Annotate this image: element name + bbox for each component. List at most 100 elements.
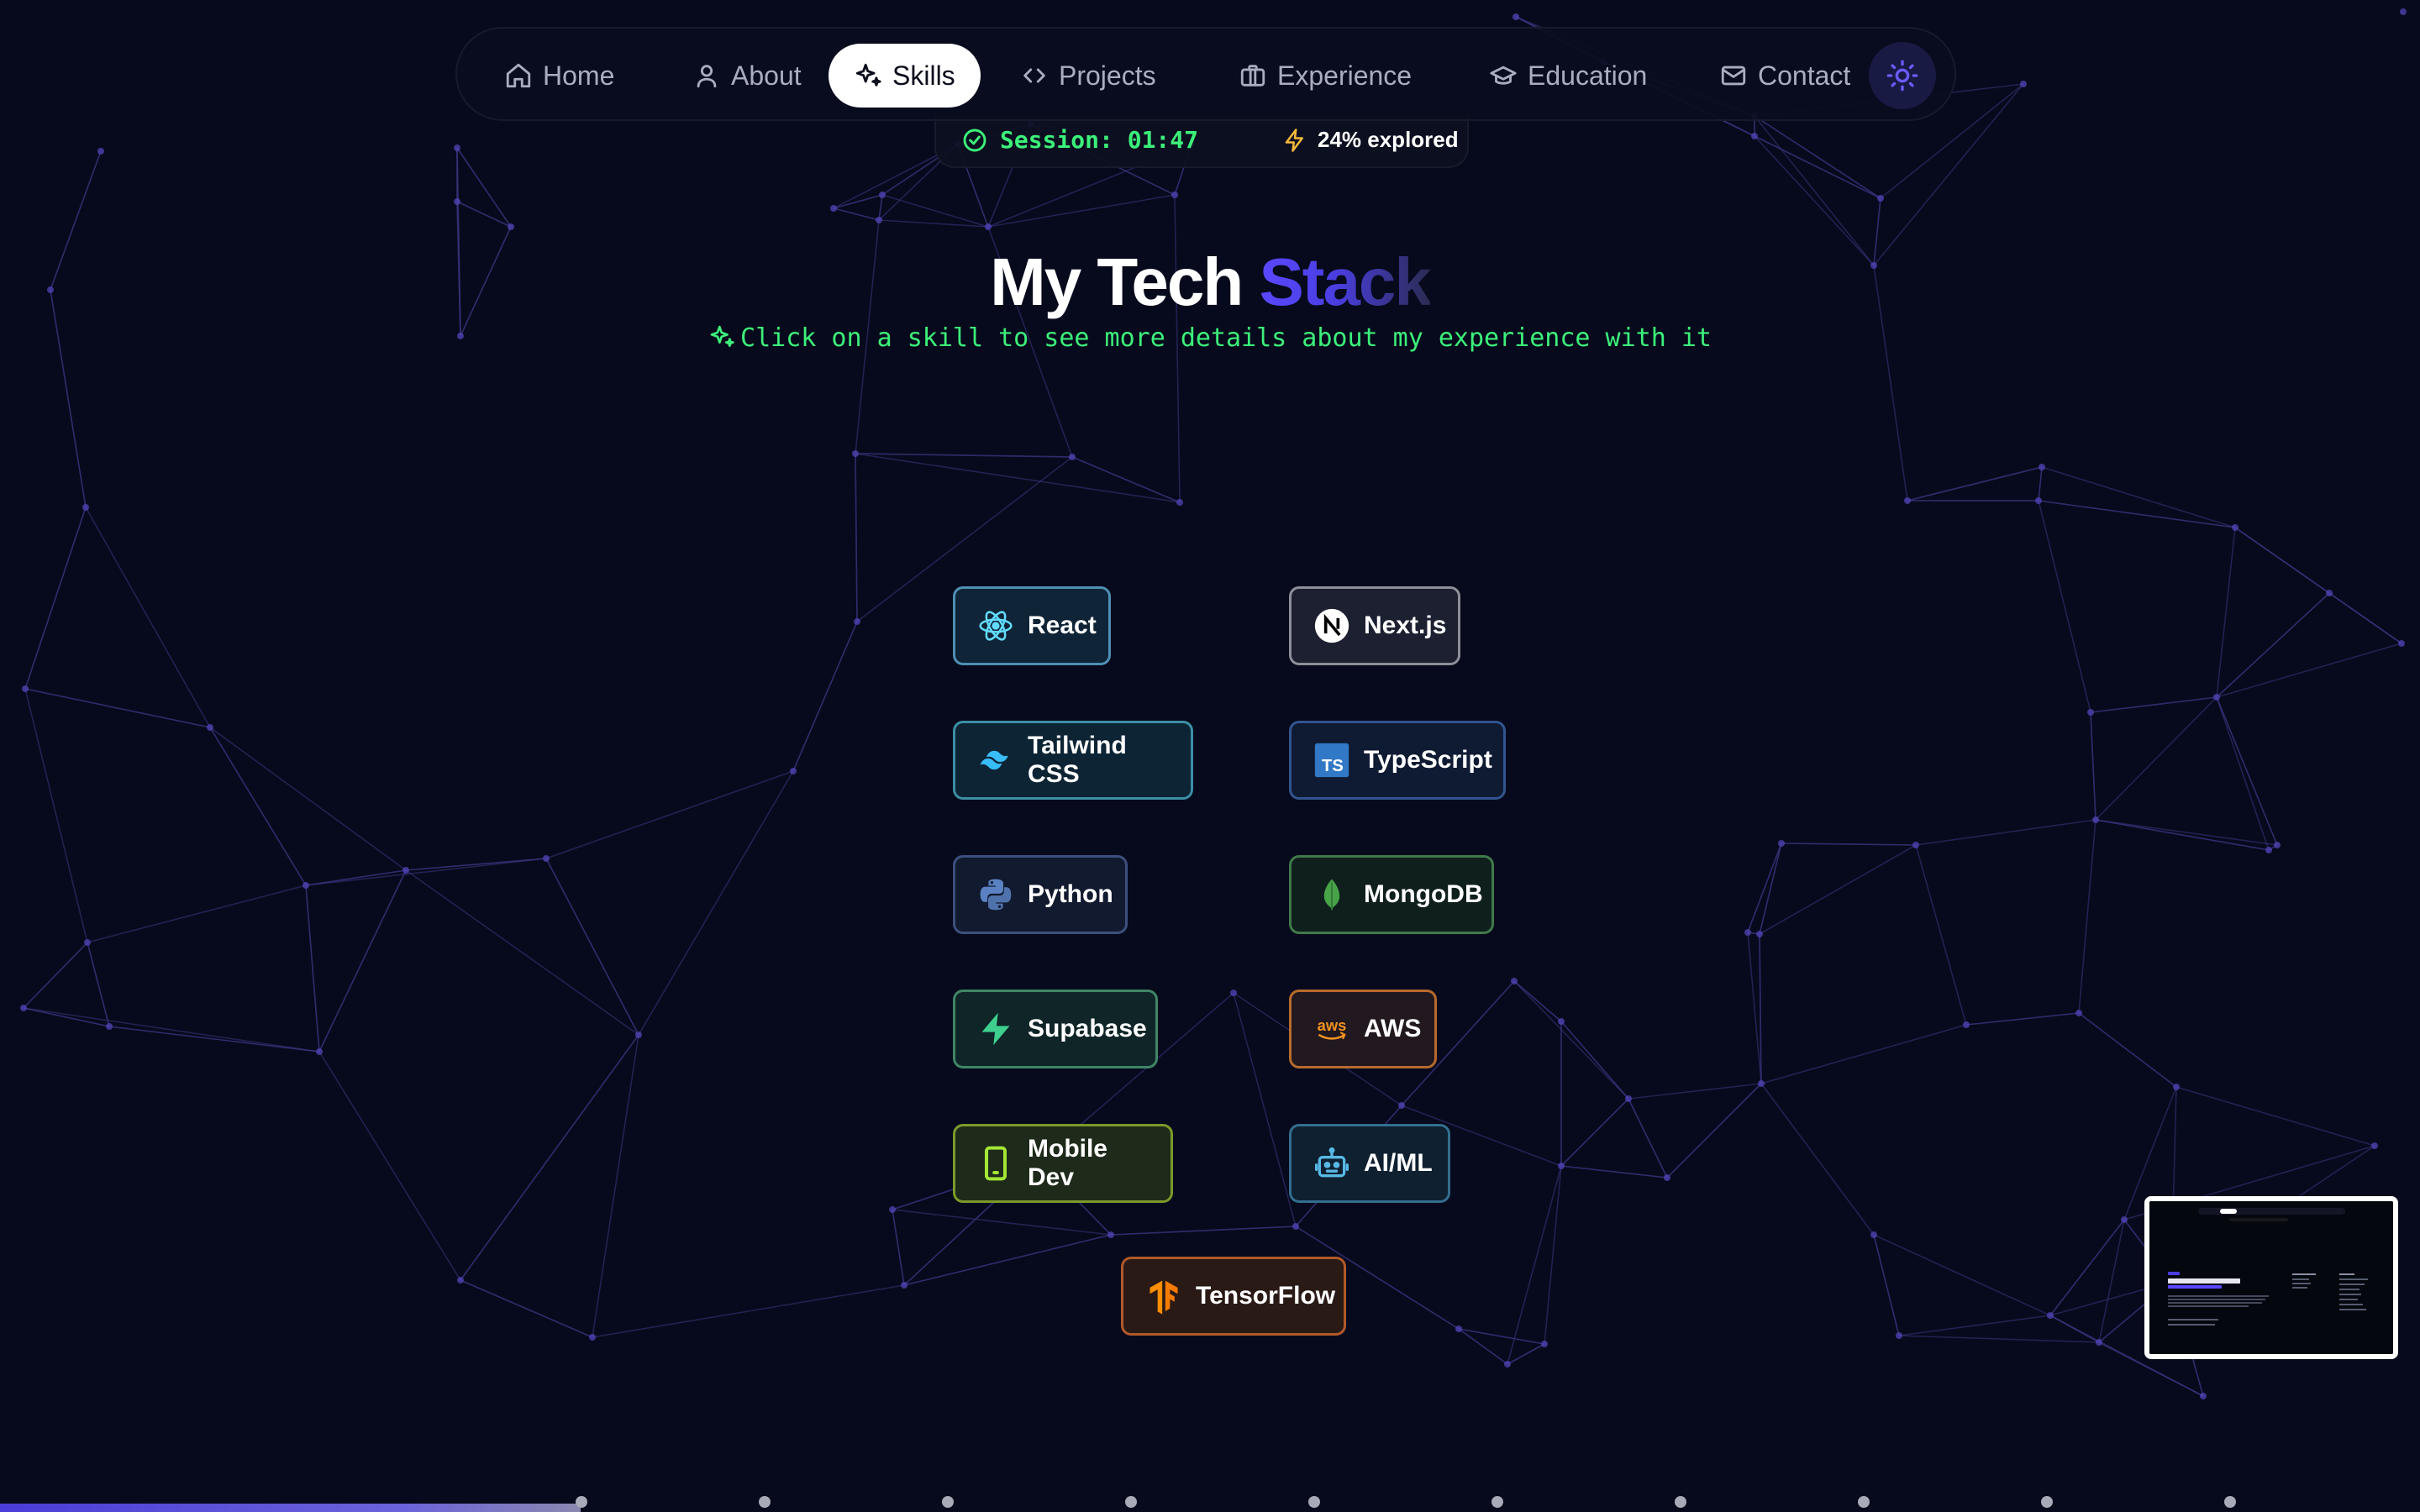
nav-skills[interactable]: Skills xyxy=(829,44,981,108)
network-node xyxy=(82,504,89,511)
network-line xyxy=(2095,819,2278,846)
network-line xyxy=(1747,843,1782,933)
network-node xyxy=(1896,1332,1902,1339)
network-node xyxy=(2035,497,2042,504)
skill-python[interactable]: Python xyxy=(953,855,1128,934)
svg-text:aws: aws xyxy=(1318,1016,1347,1034)
aws-icon: aws xyxy=(1313,1011,1350,1047)
skill-react[interactable]: React xyxy=(953,586,1111,665)
network-node xyxy=(316,1048,323,1055)
skill-tensorflow[interactable]: TensorFlow xyxy=(1121,1257,1346,1336)
network-line xyxy=(1071,456,1181,503)
network-node xyxy=(2274,842,2281,848)
network-line xyxy=(460,1034,639,1281)
skill-aws[interactable]: aws AWS xyxy=(1289,990,1437,1068)
network-line xyxy=(2038,500,2091,713)
network-line xyxy=(2095,819,2270,851)
network-node xyxy=(2326,590,2333,596)
network-line xyxy=(1560,1021,1629,1100)
section-dot[interactable] xyxy=(1125,1496,1137,1508)
network-node xyxy=(879,192,886,198)
network-node xyxy=(97,148,104,155)
nav-projects-label: Projects xyxy=(1059,60,1156,91)
network-node xyxy=(1877,195,1884,202)
section-dot[interactable] xyxy=(1308,1496,1320,1508)
session-timer: Session: 01:47 xyxy=(961,126,1198,154)
react-icon xyxy=(977,607,1014,644)
network-line xyxy=(2078,819,2096,1014)
skill-label: Supabase xyxy=(1028,1015,1147,1042)
section-dot[interactable] xyxy=(1491,1496,1503,1508)
network-line xyxy=(2216,696,2270,851)
skill-label: Mobile Dev xyxy=(1028,1135,1107,1191)
skill-mongodb[interactable]: MongoDB xyxy=(1289,855,1494,934)
skill-nextjs[interactable]: Next.js xyxy=(1289,586,1460,665)
network-line xyxy=(108,1026,320,1053)
section-dot[interactable] xyxy=(2041,1496,2053,1508)
page-subtitle: Click on a skill to see more details abo… xyxy=(0,323,2420,353)
skill-mobile-dev[interactable]: Mobile Dev xyxy=(953,1124,1173,1203)
theme-toggle-button[interactable] xyxy=(1869,42,1936,109)
network-node xyxy=(1912,842,1919,848)
network-node xyxy=(20,1005,27,1011)
network-line xyxy=(460,1279,593,1338)
network-node xyxy=(852,450,859,457)
network-node xyxy=(84,939,91,946)
section-dot[interactable] xyxy=(576,1496,587,1508)
nav-home[interactable]: Home xyxy=(479,44,639,108)
network-node xyxy=(1963,1021,1970,1028)
page-minimap[interactable] xyxy=(2144,1196,2398,1359)
section-dot[interactable] xyxy=(759,1496,771,1508)
network-line xyxy=(1759,843,1782,935)
network-line xyxy=(881,194,989,228)
network-node xyxy=(302,882,309,889)
network-node xyxy=(830,205,837,212)
network-line xyxy=(50,289,87,508)
section-dot[interactable] xyxy=(1675,1496,1686,1508)
network-node xyxy=(1541,1341,1548,1347)
network-node xyxy=(2173,1084,2180,1090)
network-line xyxy=(1781,843,1917,846)
network-node xyxy=(1176,499,1183,506)
nav-education[interactable]: Education xyxy=(1464,44,1672,108)
bot-icon xyxy=(1313,1145,1350,1182)
network-line xyxy=(792,621,858,772)
nav-projects[interactable]: Projects xyxy=(995,44,1181,108)
session-text: Session: 01:47 xyxy=(1000,126,1199,154)
section-dot[interactable] xyxy=(1858,1496,1870,1508)
network-line xyxy=(87,885,307,943)
skill-tailwind[interactable]: Tailwind CSS xyxy=(953,721,1193,800)
skill-typescript[interactable]: TS TypeScript xyxy=(1289,721,1506,800)
network-node xyxy=(1292,1223,1299,1230)
network-node xyxy=(1398,1102,1405,1109)
svg-text:TS: TS xyxy=(1322,757,1344,775)
nav-about[interactable]: About xyxy=(667,44,827,108)
network-node xyxy=(2200,1393,2207,1399)
section-dot[interactable] xyxy=(2224,1496,2236,1508)
network-line xyxy=(1915,844,1967,1026)
skill-supabase[interactable]: Supabase xyxy=(953,990,1158,1068)
network-line xyxy=(892,1209,1112,1236)
network-line xyxy=(209,727,307,886)
network-node xyxy=(508,223,514,230)
network-line xyxy=(855,453,1181,503)
network-node xyxy=(1870,1231,1877,1238)
network-node xyxy=(854,618,860,625)
network-node xyxy=(889,1206,896,1213)
nextjs-icon xyxy=(1313,607,1350,644)
subtitle-text: Click on a skill to see more details abo… xyxy=(740,323,1712,353)
section-dot[interactable] xyxy=(942,1496,954,1508)
network-line xyxy=(545,858,639,1036)
nav-experience[interactable]: Experience xyxy=(1213,44,1437,108)
skill-label: Next.js xyxy=(1364,612,1447,639)
network-node xyxy=(2039,464,2045,470)
skill-label: AI/ML xyxy=(1364,1149,1433,1177)
network-line xyxy=(24,688,211,728)
network-node xyxy=(1069,454,1076,460)
network-line xyxy=(1560,1098,1629,1167)
network-line xyxy=(318,1051,461,1281)
network-node xyxy=(1455,1326,1462,1332)
network-line xyxy=(1965,1012,2080,1026)
nav-contact[interactable]: Contact xyxy=(1694,44,1876,108)
skill-ai-ml[interactable]: AI/ML xyxy=(1289,1124,1450,1203)
